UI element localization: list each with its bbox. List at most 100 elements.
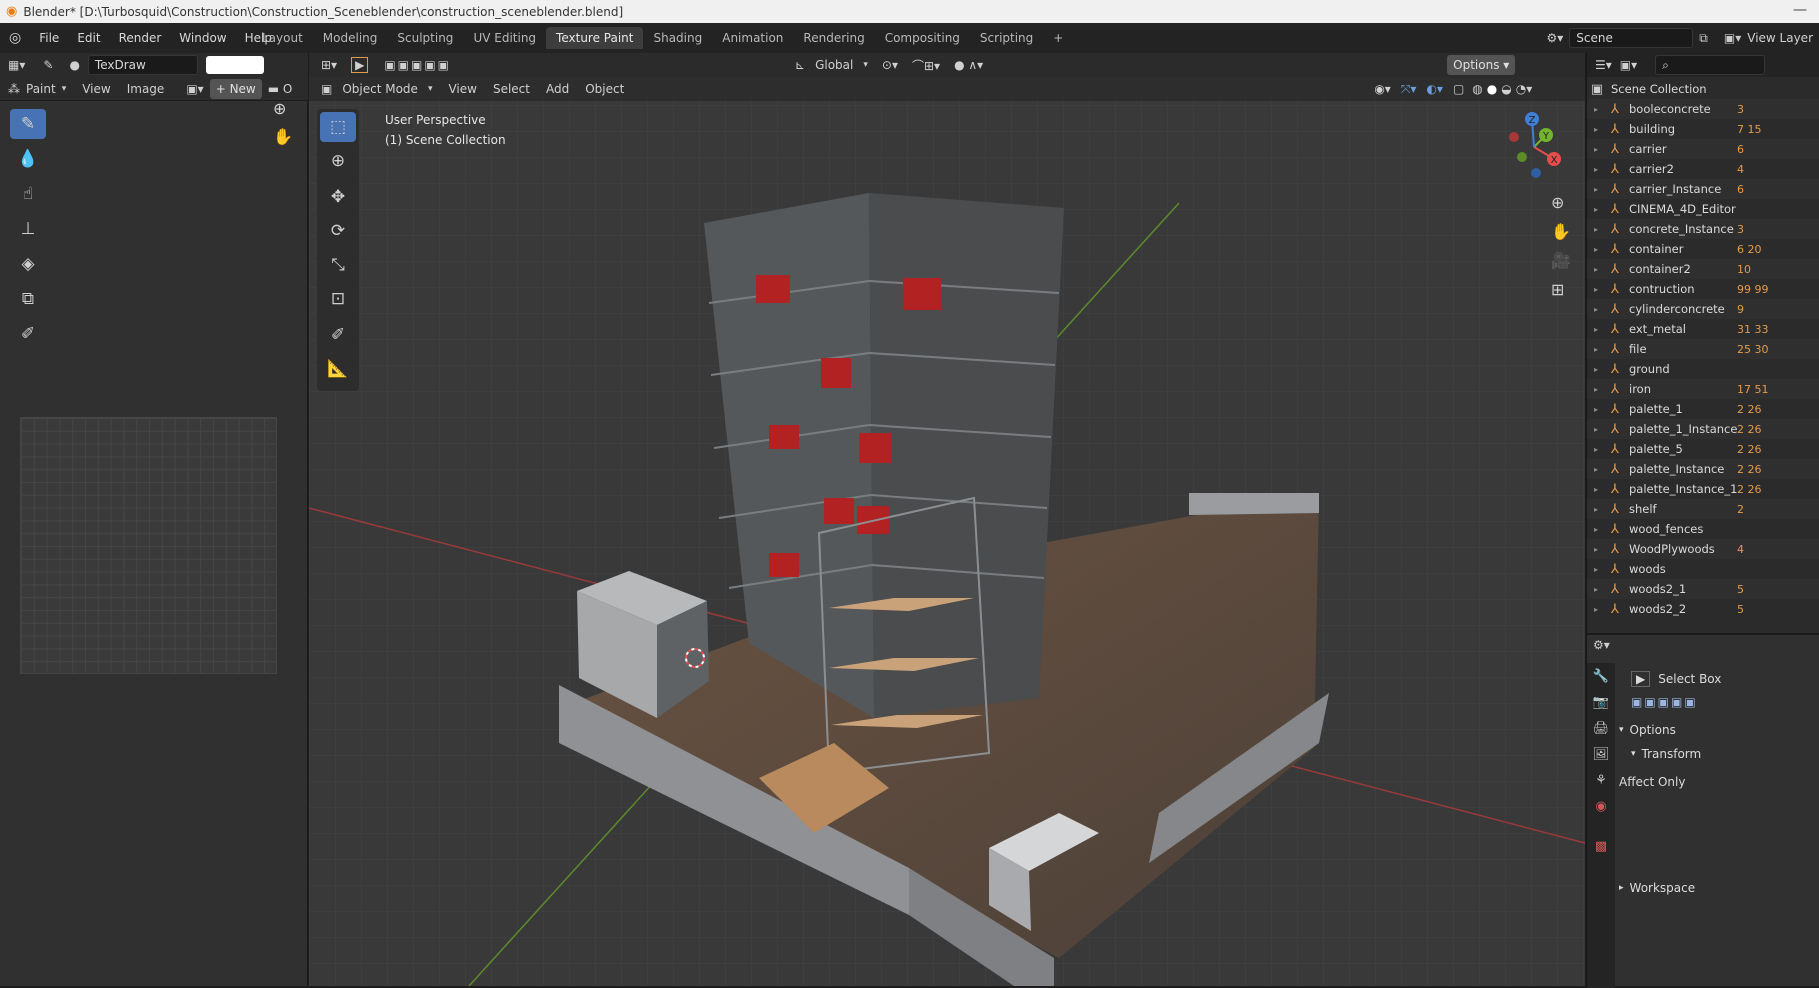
- output-tab-icon[interactable]: 🖨: [1593, 721, 1610, 736]
- expand-arrow-icon[interactable]: ▸: [1587, 245, 1605, 254]
- rotate-icon[interactable]: ⟳: [320, 216, 356, 246]
- selection-mode-icons[interactable]: ▣▣▣▣▣: [384, 58, 451, 72]
- expand-arrow-icon[interactable]: ▸: [1587, 325, 1605, 334]
- shading-wireframe-icon[interactable]: ◍: [1472, 82, 1482, 96]
- blender-menu-icon[interactable]: ◎: [0, 30, 30, 46]
- outliner-row[interactable]: ▸ ⅄ palette_Instance_1 2 26: [1587, 479, 1819, 499]
- expand-arrow-icon[interactable]: ▸: [1587, 425, 1605, 434]
- outliner-row[interactable]: ▸ ⅄ iron 17 51: [1587, 379, 1819, 399]
- expand-arrow-icon[interactable]: ▸: [1587, 205, 1605, 214]
- editor-type-icon[interactable]: ▦▾: [8, 58, 25, 72]
- expand-arrow-icon[interactable]: ▸: [1587, 485, 1605, 494]
- brush-name-field[interactable]: TexDraw: [87, 55, 198, 75]
- outliner-row[interactable]: ▸ ⅄ woods: [1587, 559, 1819, 579]
- options-section[interactable]: ▾ Options: [1619, 723, 1817, 737]
- outliner-row[interactable]: ▸ ⅄ ext_metal 31 33: [1587, 319, 1819, 339]
- tab-rendering[interactable]: Rendering: [793, 27, 874, 49]
- image-editor-view-menu[interactable]: View: [82, 82, 110, 96]
- image-browse-icon[interactable]: ▣▾: [186, 82, 203, 96]
- tool-tab-icon[interactable]: 🔧: [1593, 669, 1609, 684]
- outliner-row[interactable]: ▸ ⅄ booleconcrete 3: [1587, 99, 1819, 119]
- outliner-row[interactable]: ▸ ⅄ carrier_Instance 6: [1587, 179, 1819, 199]
- select-box-icon[interactable]: ▶: [1631, 671, 1651, 687]
- soften-brush-icon[interactable]: 💧: [10, 144, 46, 174]
- menu-render[interactable]: Render: [110, 31, 171, 45]
- add-workspace-icon[interactable]: +: [1043, 27, 1073, 49]
- selection-mode-icons[interactable]: ▣▣▣▣▣: [1631, 695, 1698, 709]
- 3d-viewport[interactable]: ⊞▾ ▶ ▣▣▣▣▣ ⊾ Global ▾ ⊙▾ ⌒⊞▾ ● ∧▾ Option…: [309, 53, 1585, 986]
- tab-compositing[interactable]: Compositing: [875, 27, 970, 49]
- expand-arrow-icon[interactable]: ▸: [1587, 505, 1605, 514]
- tab-modeling[interactable]: Modeling: [313, 27, 388, 49]
- expand-arrow-icon[interactable]: ▸: [1587, 405, 1605, 414]
- transform-orientation-icon[interactable]: ⊾: [795, 58, 805, 72]
- navigation-gizmo[interactable]: X Y Z: [1494, 107, 1572, 185]
- outliner-row[interactable]: ▸ ⅄ container 6 20: [1587, 239, 1819, 259]
- transform-icon[interactable]: ⊡: [320, 284, 356, 314]
- open-image-button[interactable]: ▬ O: [268, 82, 293, 96]
- expand-arrow-icon[interactable]: ▸: [1587, 525, 1605, 534]
- shading-solid-icon[interactable]: ●: [1487, 82, 1497, 96]
- brush-icon[interactable]: ✎: [43, 58, 53, 72]
- outliner-row[interactable]: ▸ ⅄ WoodPlywoods 4: [1587, 539, 1819, 559]
- world-tab-icon[interactable]: ◉: [1595, 799, 1606, 814]
- outliner-row[interactable]: ▸ ⅄ woods2_2 5: [1587, 599, 1819, 619]
- overlays-icon[interactable]: ◐▾: [1426, 82, 1443, 96]
- paint-mode-dropdown[interactable]: Paint: [26, 82, 56, 96]
- scene-name-field[interactable]: Scene: [1569, 28, 1694, 48]
- tab-uv-editing[interactable]: UV Editing: [463, 27, 546, 49]
- outliner-row[interactable]: ▸ ⅄ container2 10: [1587, 259, 1819, 279]
- brush-color-swatch[interactable]: [205, 56, 264, 74]
- outliner-row[interactable]: ▸ ⅄ palette_5 2 26: [1587, 439, 1819, 459]
- expand-arrow-icon[interactable]: ▸: [1587, 385, 1605, 394]
- new-image-button[interactable]: + New: [209, 78, 262, 99]
- proportional-edit-icon[interactable]: ● ∧▾: [954, 58, 983, 72]
- shading-rendered-icon[interactable]: ◔▾: [1516, 82, 1533, 96]
- viewport-scene[interactable]: [309, 53, 1585, 986]
- outliner-row[interactable]: ▸ ⅄ shelf 2: [1587, 499, 1819, 519]
- outliner-row[interactable]: ▸ ⅄ cylinderconcrete 9: [1587, 299, 1819, 319]
- expand-arrow-icon[interactable]: ▸: [1587, 305, 1605, 314]
- building-right-face[interactable]: [869, 193, 1064, 718]
- shading-material-icon[interactable]: ◒: [1501, 82, 1511, 96]
- ortho-grid-icon[interactable]: ⊞: [1551, 280, 1571, 299]
- expand-arrow-icon[interactable]: ▸: [1587, 265, 1605, 274]
- expand-arrow-icon[interactable]: ▸: [1587, 345, 1605, 354]
- outliner-row[interactable]: ▸ ⅄ CINEMA_4D_Editor: [1587, 199, 1819, 219]
- tab-animation[interactable]: Animation: [712, 27, 793, 49]
- viewport-add-menu[interactable]: Add: [540, 82, 575, 96]
- fence-back[interactable]: [1189, 493, 1319, 515]
- expand-arrow-icon[interactable]: ▸: [1587, 125, 1605, 134]
- tab-shading[interactable]: Shading: [643, 27, 712, 49]
- expand-arrow-icon[interactable]: ▸: [1587, 185, 1605, 194]
- expand-arrow-icon[interactable]: ▸: [1587, 285, 1605, 294]
- expand-arrow-icon[interactable]: ▸: [1587, 165, 1605, 174]
- scene-collection-row[interactable]: ▣ Scene Collection: [1587, 79, 1819, 99]
- texture-tab-icon[interactable]: ▩: [1595, 839, 1607, 854]
- tab-sculpting[interactable]: Sculpting: [387, 27, 463, 49]
- transform-orientation-dropdown[interactable]: Global: [809, 58, 859, 72]
- mask-brush-icon[interactable]: ⧉: [10, 284, 46, 314]
- pan-hand-icon[interactable]: ✋: [1551, 222, 1571, 241]
- new-scene-icon[interactable]: ⧉: [1699, 31, 1708, 46]
- snap-icon[interactable]: ⌒⊞▾: [912, 57, 940, 74]
- outliner-row[interactable]: ▸ ⅄ wood_fences: [1587, 519, 1819, 539]
- annotate-icon[interactable]: ✐: [10, 319, 46, 349]
- minimize-icon[interactable]: —: [1793, 2, 1807, 18]
- camera-icon[interactable]: 🎥: [1551, 251, 1571, 270]
- outliner-row[interactable]: ▸ ⅄ building 7 15: [1587, 119, 1819, 139]
- gizmo-toggle-icon[interactable]: ⤧▾: [1401, 82, 1417, 97]
- outliner-row[interactable]: ▸ ⅄ palette_1_Instance 2 26: [1587, 419, 1819, 439]
- outliner-row[interactable]: ▸ ⅄ carrier 6: [1587, 139, 1819, 159]
- viewport-editor-type-icon[interactable]: ⊞▾: [321, 58, 337, 72]
- visibility-icon[interactable]: ◉▾: [1374, 82, 1391, 96]
- expand-arrow-icon[interactable]: ▸: [1587, 445, 1605, 454]
- outliner-row[interactable]: ▸ ⅄ palette_1 2 26: [1587, 399, 1819, 419]
- expand-arrow-icon[interactable]: ▸: [1587, 565, 1605, 574]
- tab-scripting[interactable]: Scripting: [970, 27, 1043, 49]
- draw-brush-icon[interactable]: ✎: [10, 109, 46, 139]
- outliner-search-input[interactable]: ⌕: [1655, 55, 1766, 75]
- viewport-object-menu[interactable]: Object: [579, 82, 630, 96]
- menu-edit[interactable]: Edit: [68, 31, 109, 45]
- annotate-icon[interactable]: ✐: [320, 320, 356, 350]
